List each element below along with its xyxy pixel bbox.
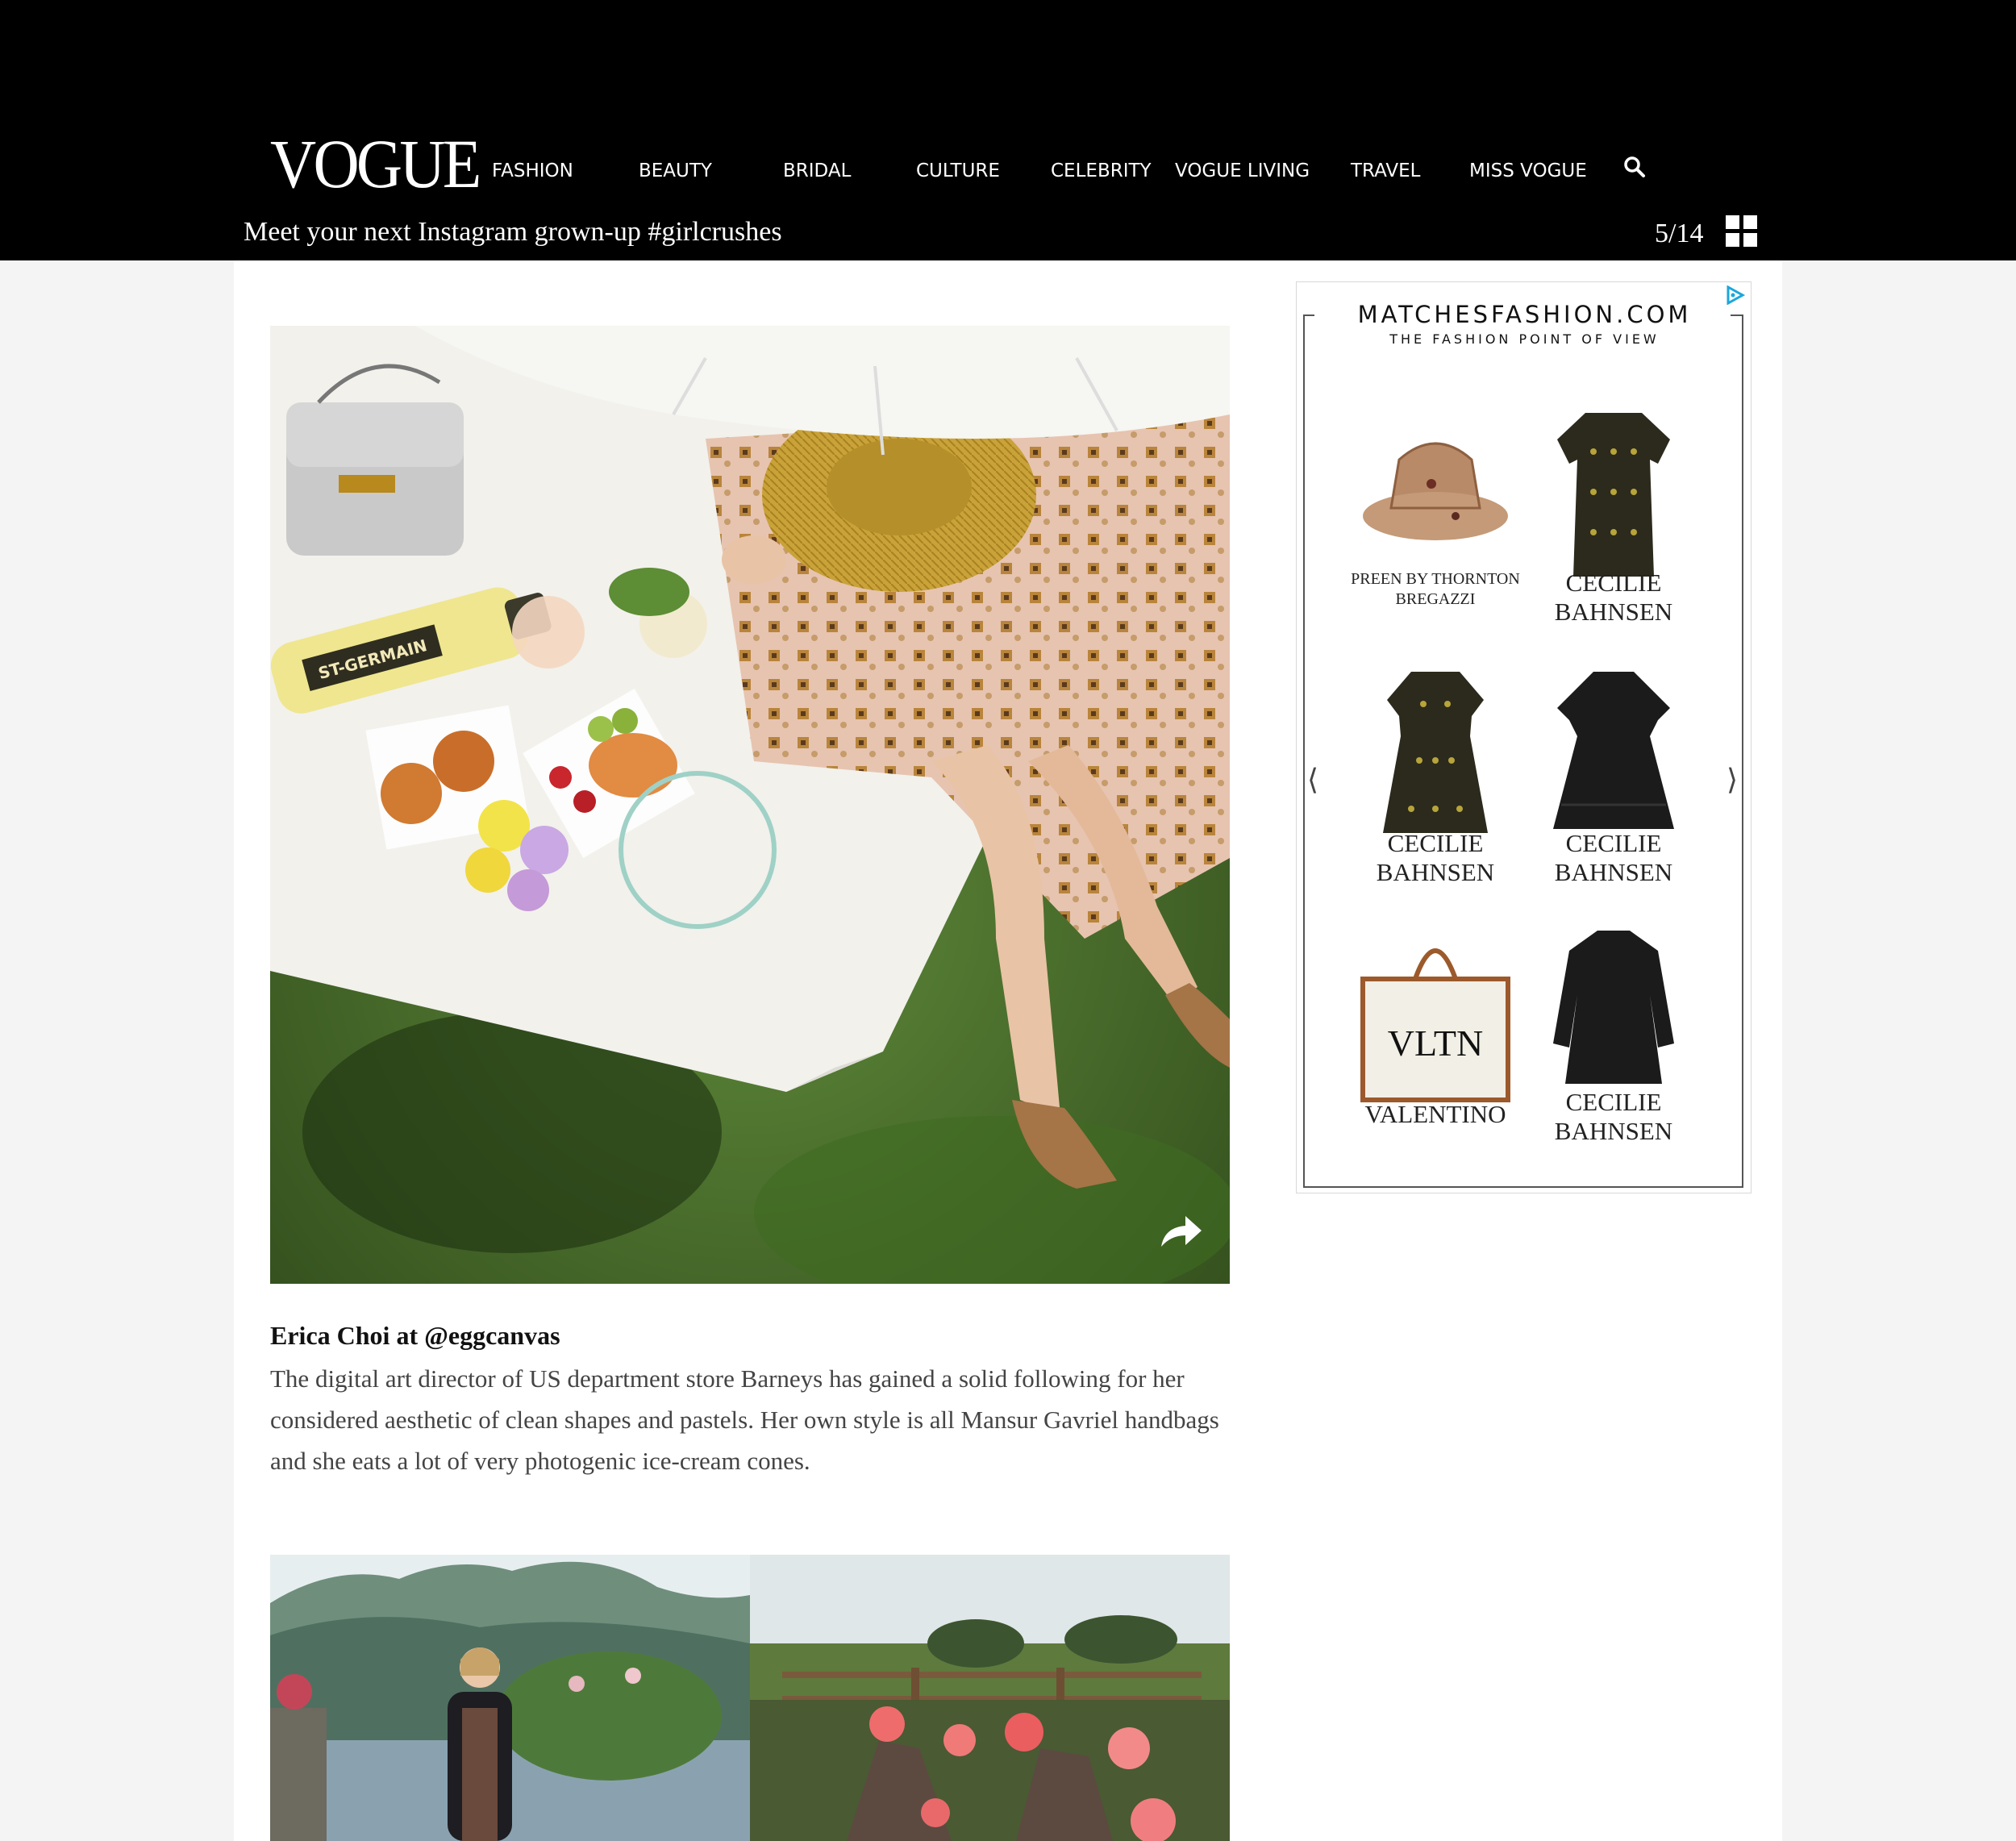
advert-prev-arrow[interactable]: ⟨ — [1307, 764, 1318, 797]
header-bar: VOGUE FASHION BEAUTY BRIDAL CULTURE CELE… — [0, 0, 2016, 260]
bucket-hat-image — [1363, 442, 1508, 540]
lake-portrait-illustration — [270, 1555, 750, 1841]
advert-tagline: THE FASHION POINT OF VIEW — [1389, 331, 1660, 347]
advert-product-label: PREEN BY THORNTON BREGAZZI — [1351, 570, 1520, 608]
nav-miss-vogue[interactable]: MISS VOGUE — [1469, 157, 1587, 185]
advert-product-label: CECILIE BAHNSEN — [1554, 569, 1673, 626]
nav-vogue-living[interactable]: VOGUE LIVING — [1175, 157, 1310, 185]
slide-counter: 5/14 — [1655, 219, 1704, 248]
slide-photo[interactable]: ST-GERMAIN — [270, 326, 1230, 1284]
search-icon[interactable] — [1622, 155, 1647, 179]
dress-image — [1383, 672, 1488, 833]
advert-product[interactable]: CECILIE BAHNSEN — [1351, 664, 1520, 922]
dress-image — [1557, 413, 1670, 577]
next-slide-photo-right[interactable] — [750, 1555, 1230, 1841]
advert-product[interactable]: CECILIE BAHNSEN — [1529, 664, 1698, 922]
grid-view-icon[interactable] — [1726, 215, 1757, 247]
advert-product-label: VALENTINO — [1364, 1100, 1506, 1128]
advert-product[interactable]: PREEN BY THORNTON BREGAZZI — [1351, 403, 1520, 661]
tote-logo: VLTN — [1388, 1023, 1483, 1064]
advert-brand: MATCHESFASHION.COM — [1357, 301, 1692, 328]
sidebar-advert[interactable]: MATCHESFASHION.COM THE FASHION POINT OF … — [1296, 281, 1752, 1193]
caption-text: The digital art director of US departmen… — [270, 1364, 1219, 1475]
nav-culture[interactable]: CULTURE — [916, 157, 1000, 185]
nav-beauty[interactable]: BEAUTY — [639, 157, 712, 185]
advert-product[interactable]: VLTN VALENTINO — [1351, 923, 1520, 1181]
caption-name: Erica Choi at @eggcanvas — [270, 1321, 560, 1350]
advert-next-arrow[interactable]: ⟩ — [1727, 764, 1738, 797]
poppy-field-illustration — [750, 1555, 1230, 1841]
advert-product-label: CECILIE BAHNSEN — [1376, 829, 1495, 886]
dress-image — [1553, 672, 1674, 829]
advert-product-label: CECILIE BAHNSEN — [1554, 829, 1673, 886]
nav-celebrity[interactable]: CELEBRITY — [1051, 157, 1152, 185]
advert-product[interactable]: CECILIE BAHNSEN — [1529, 923, 1698, 1181]
nav-bridal[interactable]: BRIDAL — [783, 157, 851, 185]
nav-travel[interactable]: TRAVEL — [1351, 157, 1420, 185]
nav-fashion[interactable]: FASHION — [492, 157, 573, 185]
tote-bag-image: VLTN — [1360, 948, 1510, 1102]
advert-product[interactable]: CECILIE BAHNSEN — [1529, 403, 1698, 661]
vogue-logo[interactable]: VOGUE — [270, 127, 481, 200]
share-icon[interactable] — [1158, 1211, 1203, 1252]
advert-product-label: CECILIE BAHNSEN — [1554, 1088, 1673, 1145]
next-slide-photo-left[interactable] — [270, 1555, 750, 1841]
gallery-title: Meet your next Instagram grown-up #girlc… — [244, 217, 782, 247]
dress-image — [1553, 931, 1674, 1084]
picnic-illustration: ST-GERMAIN — [270, 326, 1230, 1284]
